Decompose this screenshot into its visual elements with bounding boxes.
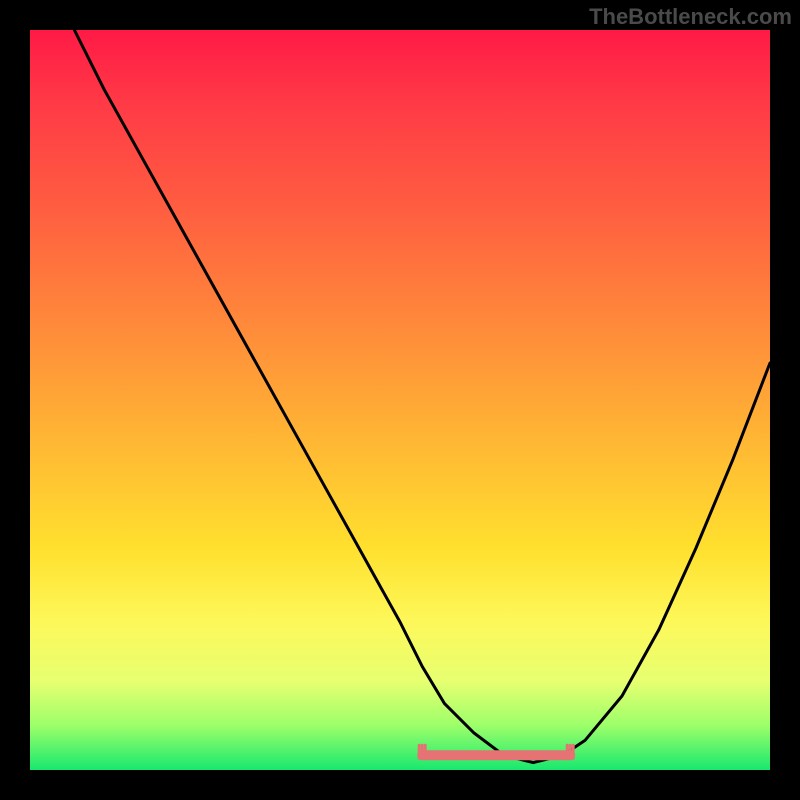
watermark-text: TheBottleneck.com	[589, 4, 792, 30]
chart-overlay	[30, 30, 770, 770]
bottleneck-curve	[74, 30, 770, 763]
chart-frame: TheBottleneck.com	[0, 0, 800, 800]
flat-bottom-band	[419, 745, 573, 758]
